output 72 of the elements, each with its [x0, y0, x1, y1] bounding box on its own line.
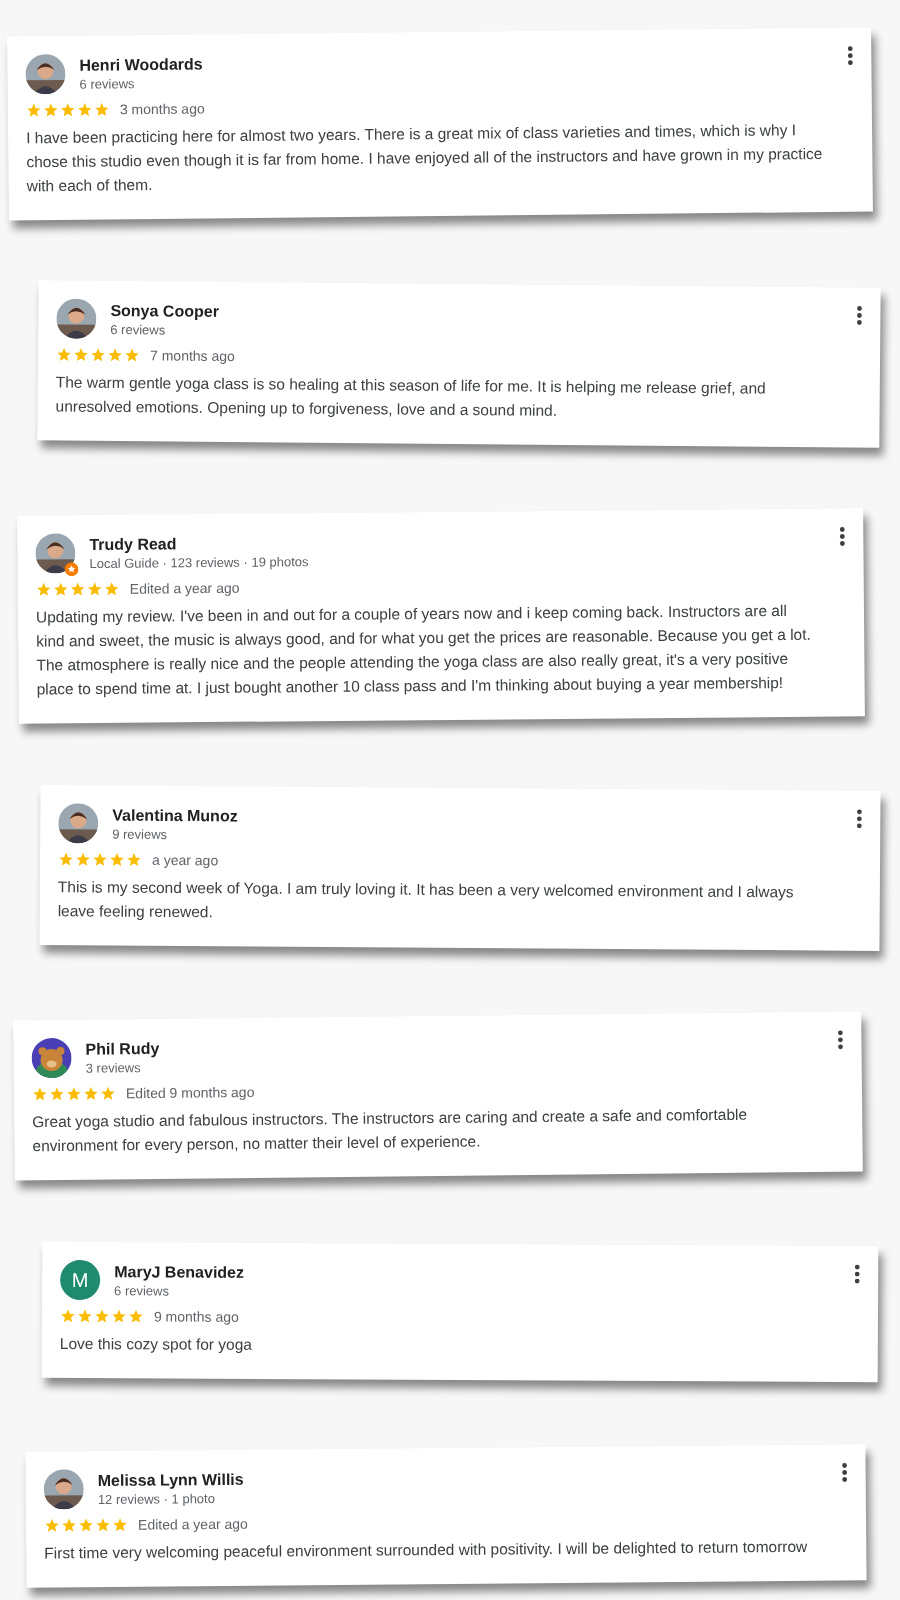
more-options-icon[interactable]	[847, 45, 854, 66]
more-options-icon[interactable]	[856, 305, 863, 326]
review-text: Updating my review. I've been in and out for a couple of years now and i keep coming back. Instructors are all kind and sweet, the music is always good, and for what you get the prices are reasonable. Because you get a lot. The atmosphere is really nice and the people attending the yoga class are also really great, it's a very positive place to spend time at. I just bought another 10 class pass and I'm thinking about buying a year membership!	[35, 601, 812, 700]
star-icon	[93, 101, 110, 118]
star-icon	[75, 851, 92, 868]
reviewer-stats: 6 reviews	[114, 1282, 171, 1299]
review-text: I have been practicing here for almost two years. There is a great mix of class varieties and times, which is why I chose this studio even though it is far from home. I have enjoyed all of the instructors and have grown in my practice with each of them.	[26, 120, 824, 197]
review-date: 7 months ago	[150, 347, 235, 365]
reviewer-stats: 9 reviews	[112, 826, 169, 843]
more-options-icon[interactable]	[854, 1264, 861, 1285]
review-text: Love this cozy spot for yoga	[59, 1334, 253, 1356]
more-options-icon[interactable]	[856, 808, 863, 829]
star-icon	[76, 101, 93, 118]
reviewer-name[interactable]: Melissa Lynn Willis	[97, 1470, 244, 1490]
reviewer-name[interactable]: MaryJ Benavidez	[114, 1262, 245, 1282]
star-icon	[78, 1517, 95, 1534]
star-icon	[109, 851, 126, 868]
reviewer-name[interactable]: Henri Woodards	[79, 55, 203, 75]
star-icon	[86, 581, 103, 598]
star-icon	[76, 1308, 93, 1325]
review-date: 3 months ago	[119, 100, 205, 118]
more-options-icon[interactable]	[839, 526, 846, 547]
review-text: The warm gentle yoga class is so healing at this season of life for me. It is helping me release grief, and unresolved emotions. Opening up to forgiveness, love and a sound mind.	[55, 372, 767, 421]
star-icon	[127, 1308, 144, 1325]
star-icon	[92, 851, 109, 868]
star-icon	[59, 1308, 76, 1325]
star-icon	[126, 851, 143, 868]
star-icon	[42, 102, 59, 119]
star-icon	[31, 1086, 49, 1103]
review-date: Edited 9 months ago	[125, 1084, 255, 1102]
review-date: a year ago	[152, 852, 219, 869]
star-icon	[48, 1086, 66, 1103]
reviewer-name[interactable]: Trudy Read	[89, 533, 309, 554]
review-text: This is my second week of Yoga. I am truly loving it. It has been a very welcomed environment and I always leave feeling renewed.	[57, 877, 795, 923]
star-icon	[59, 101, 76, 118]
star-icon	[99, 1085, 117, 1102]
star-icon	[110, 1308, 127, 1325]
star-icon	[93, 1308, 110, 1325]
star-icon	[90, 346, 107, 363]
star-icon	[69, 581, 86, 598]
more-options-icon[interactable]	[841, 1462, 848, 1483]
reviewer-stats: 12 reviews · 1 photo	[97, 1490, 216, 1507]
star-icon	[25, 102, 42, 119]
star-icon	[73, 346, 90, 363]
reviewer-stats: 6 reviews	[110, 321, 167, 338]
reviewer-stats: Local Guide · 123 reviews · 19 photos	[89, 553, 309, 571]
star-icon	[52, 581, 69, 598]
avatar-letter: M	[60, 1260, 101, 1301]
reviewer-stats: 3 reviews	[85, 1059, 142, 1076]
star-icon	[35, 581, 52, 598]
star-icon	[61, 1517, 78, 1534]
star-badge-icon	[64, 562, 79, 577]
star-icon	[65, 1085, 83, 1103]
review-date: Edited a year ago	[129, 579, 240, 597]
star-icon	[124, 347, 141, 364]
star-icon	[44, 1517, 61, 1534]
star-icon	[103, 580, 120, 597]
review-date: 9 months ago	[153, 1308, 239, 1326]
review-text: First time very welcoming peaceful environment surrounded with positivity. I will be delighted to return tomorrow	[44, 1537, 809, 1564]
star-icon	[56, 346, 73, 363]
star-icon	[107, 347, 124, 364]
reviewer-name[interactable]: Valentina Munoz	[112, 806, 238, 826]
star-icon	[82, 1085, 100, 1102]
review-date: Edited a year ago	[138, 1515, 248, 1533]
reviewer-name[interactable]: Sonya Cooper	[110, 301, 219, 321]
more-options-icon[interactable]	[837, 1029, 844, 1050]
review-text: Great yoga studio and fabulous instructors. The instructors are caring and create a safe and comfortable environment for every person, no matter their level of experience.	[32, 1104, 749, 1157]
reviewer-stats: 6 reviews	[79, 75, 136, 92]
star-icon	[112, 1517, 129, 1534]
reviewer-name[interactable]: Phil Rudy	[85, 1039, 160, 1059]
star-icon	[58, 851, 75, 868]
star-icon	[95, 1517, 112, 1534]
